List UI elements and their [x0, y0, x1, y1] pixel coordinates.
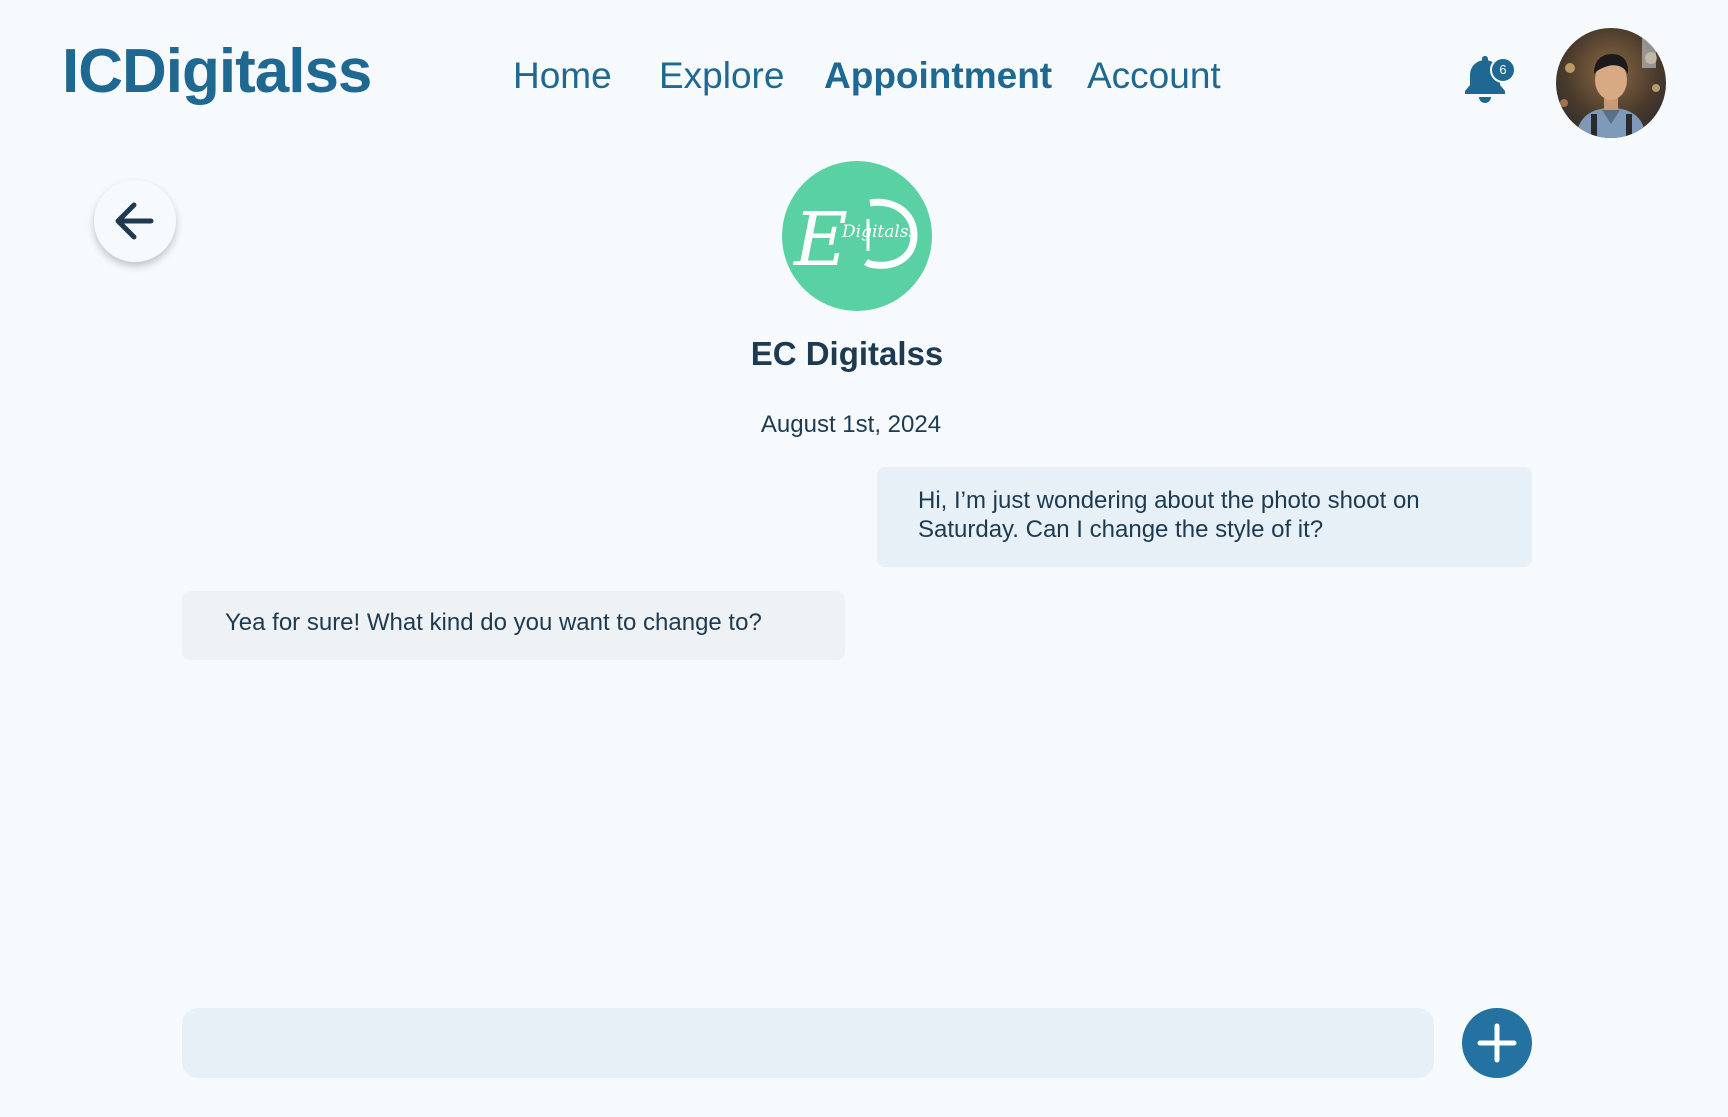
logo-initial: E [792, 197, 848, 283]
add-attachment-button[interactable] [1462, 1008, 1532, 1078]
outgoing-message: Hi, I’m just wondering about the photo s… [877, 467, 1532, 567]
message-input[interactable] [182, 1008, 1434, 1078]
nav-explore[interactable]: Explore [659, 52, 784, 100]
nav-appointment[interactable]: Appointment [824, 52, 1052, 100]
nav-home[interactable]: Home [513, 52, 612, 100]
brand-logo[interactable]: ICDigitalss [62, 36, 372, 108]
contact-name: EC Digitalss [750, 335, 944, 372]
incoming-message: Yea for sure! What kind do you want to c… [182, 591, 845, 660]
app-page: ICDigitalss Home Explore Appointment Acc… [0, 0, 1728, 1117]
back-button[interactable] [94, 180, 176, 262]
arrow-left-icon [115, 202, 154, 240]
contact-logo: E Digitalss [782, 161, 932, 311]
nav-account[interactable]: Account [1087, 52, 1221, 100]
notification-count-badge: 6 [1490, 57, 1516, 83]
logo-wordmark: Digitalss [841, 222, 918, 242]
user-avatar[interactable] [1556, 28, 1666, 138]
conversation-date: August 1st, 2024 [760, 411, 942, 438]
avatar-photo [1556, 28, 1666, 138]
ec-digitalss-logo: E Digitalss [792, 197, 918, 283]
plus-icon [1477, 1023, 1517, 1063]
notifications-button[interactable]: 6 [1460, 52, 1516, 106]
